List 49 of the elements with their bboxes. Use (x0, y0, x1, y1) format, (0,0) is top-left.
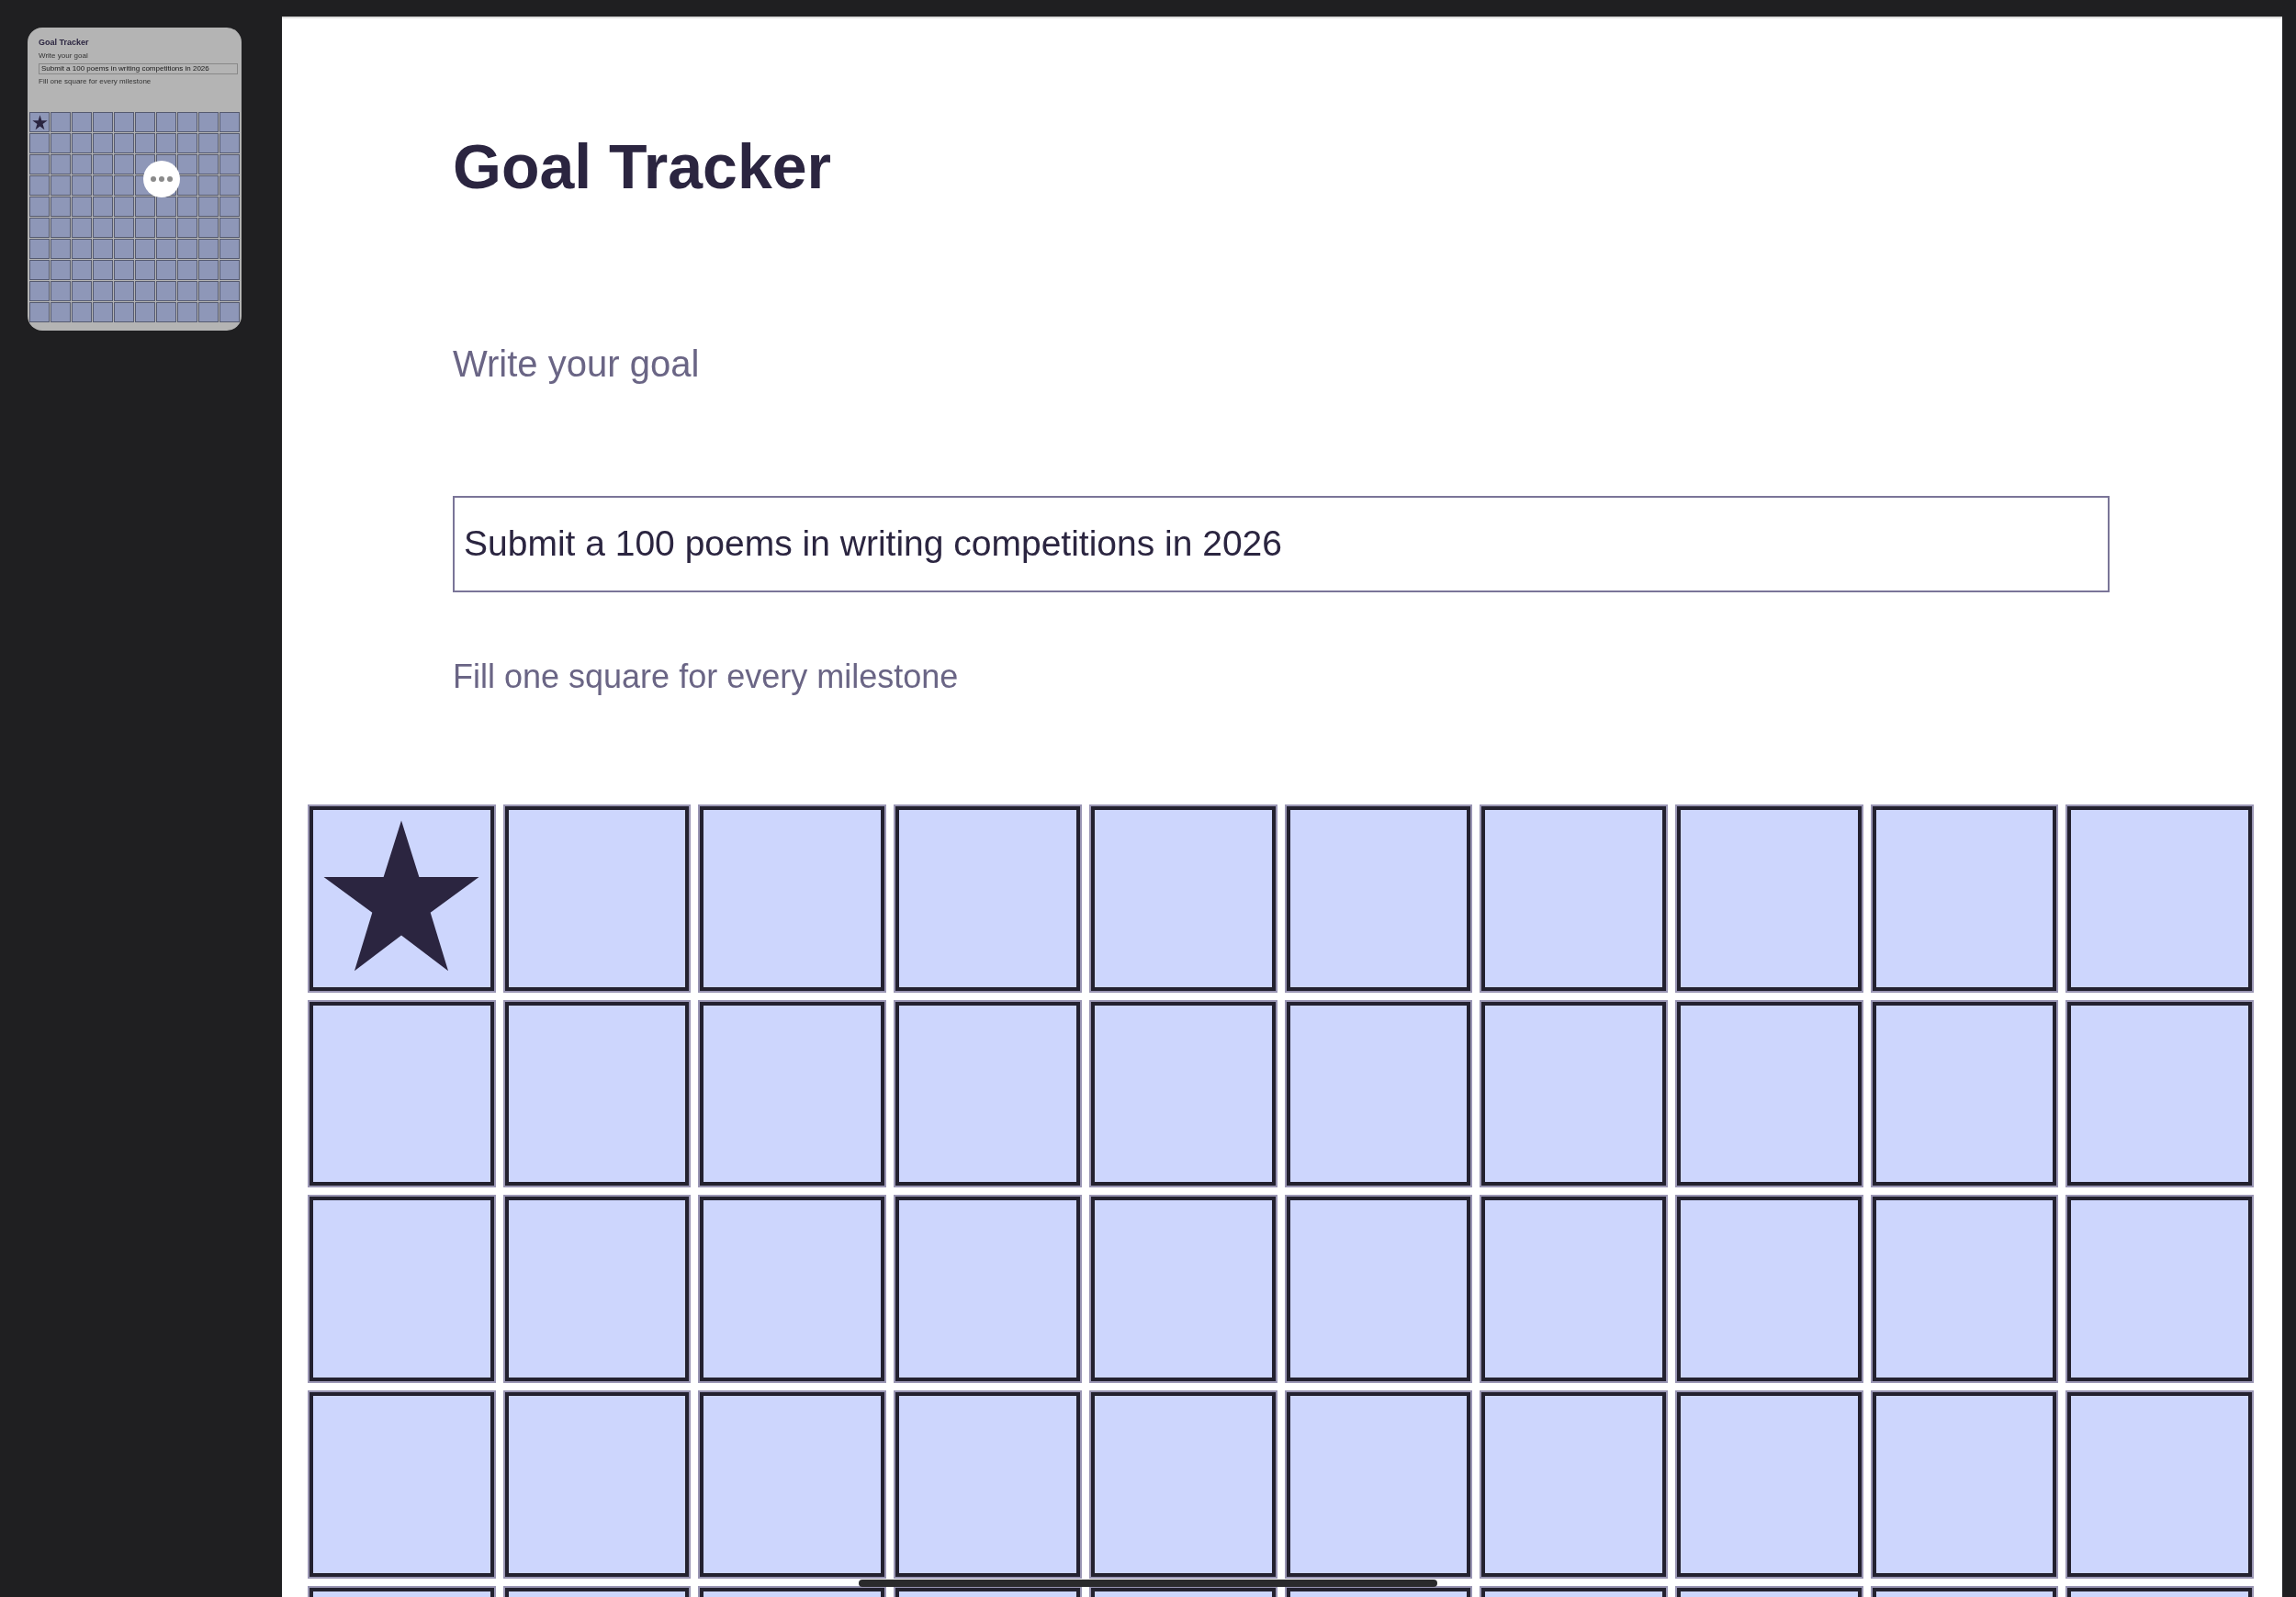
milestone-square[interactable] (1286, 1392, 1471, 1577)
milestone-square[interactable] (895, 1001, 1080, 1187)
goal-label: Write your goal (453, 342, 701, 386)
milestone-square[interactable] (2067, 1197, 2253, 1382)
grid-instruction: Fill one square for every milestone (453, 656, 960, 696)
milestone-square[interactable] (1676, 806, 1862, 991)
milestone-square[interactable] (1286, 1197, 1471, 1382)
milestone-square[interactable] (1872, 806, 2057, 991)
milestone-square[interactable] (310, 1197, 494, 1382)
milestone-square[interactable] (895, 806, 1080, 991)
thumbnail-title: Goal Tracker (39, 39, 90, 47)
milestone-square[interactable] (310, 1001, 494, 1187)
thumbnail-field: Submit a 100 poems in writing competitions in 2026 (39, 63, 238, 74)
milestone-square[interactable] (504, 806, 690, 991)
milestone-square[interactable] (310, 1392, 494, 1577)
milestone-square[interactable] (1286, 1001, 1471, 1187)
milestone-square[interactable] (504, 1392, 690, 1577)
goal-input-field[interactable]: Submit a 100 poems in writing competitions in 2026 (453, 495, 2110, 592)
milestone-square[interactable] (1676, 1001, 1862, 1187)
milestone-square[interactable] (310, 806, 494, 991)
milestone-square[interactable] (504, 1001, 690, 1187)
milestone-square[interactable] (1286, 806, 1471, 991)
milestone-square[interactable] (1481, 1197, 1666, 1382)
milestone-square[interactable] (1090, 1392, 1276, 1577)
thumbnail-text: Fill one square for every milestone (39, 78, 152, 85)
thumbnail-text: Write your goal (39, 52, 89, 60)
milestone-square[interactable] (1872, 1001, 2057, 1187)
milestone-square[interactable] (895, 1392, 1080, 1577)
milestone-square[interactable] (1090, 1001, 1276, 1187)
milestone-square[interactable] (1481, 1392, 1666, 1577)
milestone-square[interactable] (700, 1197, 885, 1382)
milestone-square[interactable] (1676, 1392, 1862, 1577)
milestone-square[interactable] (1872, 1197, 2057, 1382)
document-title: Goal Tracker (453, 132, 833, 201)
milestone-square[interactable] (895, 1197, 1080, 1382)
milestone-square[interactable] (1481, 1001, 1666, 1187)
milestone-square[interactable] (2067, 1392, 2253, 1577)
milestone-square[interactable] (700, 1392, 885, 1577)
milestone-square[interactable] (1090, 1197, 1276, 1382)
milestone-square[interactable] (2067, 1001, 2253, 1187)
milestone-square[interactable] (700, 806, 885, 991)
milestone-square[interactable] (700, 1001, 885, 1187)
page-thumbnail[interactable]: Goal Tracker Write your goal Submit a 100 poems in writing competitions in 2026 Fill one square for every milestone (28, 28, 242, 331)
milestone-square[interactable] (2067, 806, 2253, 991)
milestone-square[interactable] (1090, 806, 1276, 991)
milestone-square[interactable] (1872, 1392, 2057, 1577)
milestone-square[interactable] (1676, 1197, 1862, 1382)
milestone-square[interactable] (1481, 806, 1666, 991)
milestone-square[interactable] (504, 1197, 690, 1382)
